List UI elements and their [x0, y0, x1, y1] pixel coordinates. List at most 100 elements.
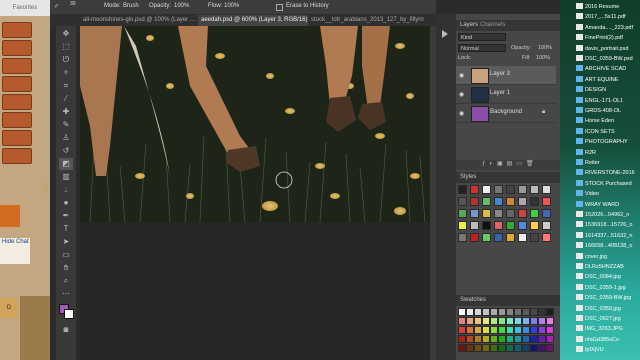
color-swatch[interactable] — [522, 335, 530, 343]
desktop-file[interactable]: DSC_0359.jpg — [576, 304, 621, 314]
healing-tool-icon[interactable]: ✚ — [59, 106, 73, 118]
desktop-folder[interactable]: ICON SETS — [576, 127, 615, 137]
color-swatch[interactable] — [490, 308, 498, 316]
quick-select-tool-icon[interactable]: ✧ — [59, 67, 73, 79]
style-swatch[interactable] — [458, 209, 467, 218]
color-swatch[interactable] — [458, 344, 466, 352]
zoom-tool-icon[interactable]: ⌕ — [59, 275, 73, 287]
style-swatch[interactable] — [518, 185, 527, 194]
color-swatch[interactable] — [490, 335, 498, 343]
color-swatch[interactable] — [474, 326, 482, 334]
eyedropper-tool-icon[interactable]: ⁄ — [59, 93, 73, 105]
color-swatch[interactable] — [538, 335, 546, 343]
desktop-file[interactable]: DSC_0084.jpg — [576, 272, 621, 282]
style-swatch[interactable] — [530, 209, 539, 218]
color-swatch[interactable] — [546, 326, 554, 334]
marquee-tool-icon[interactable]: ⬚ — [59, 41, 73, 53]
style-swatch[interactable] — [542, 233, 551, 242]
opacity-field[interactable]: 100% — [174, 3, 189, 9]
play-icon[interactable] — [442, 30, 448, 38]
style-swatch[interactable] — [506, 221, 515, 230]
style-swatch[interactable] — [506, 209, 515, 218]
desktop-file[interactable]: FinePrint(2).pdf — [576, 33, 623, 43]
eye-icon[interactable]: ◉ — [459, 72, 464, 79]
color-swatch[interactable] — [546, 308, 554, 316]
desktop-folder[interactable]: ART EQUINE — [576, 75, 618, 85]
color-swatch[interactable] — [538, 344, 546, 352]
desktop-file[interactable]: nfaGd385sCo — [576, 335, 619, 345]
style-swatch[interactable] — [518, 209, 527, 218]
style-swatch[interactable] — [494, 233, 503, 242]
shape-tool-icon[interactable]: ▭ — [59, 249, 73, 261]
desktop-file[interactable]: 166658...408138_o — [576, 241, 632, 251]
bookmark-button[interactable] — [2, 22, 32, 38]
color-swatch[interactable] — [530, 344, 538, 352]
color-swatch[interactable] — [490, 317, 498, 325]
gradient-tool-icon[interactable]: ▥ — [59, 171, 73, 183]
style-swatch[interactable] — [506, 185, 515, 194]
desktop-folder[interactable]: ARCHIVE SCAD — [576, 64, 626, 74]
color-swatch[interactable] — [514, 326, 522, 334]
filter-kind-select[interactable]: Kind — [458, 33, 506, 41]
desktop-file[interactable]: tpIXjVU — [576, 345, 604, 355]
desktop-folder[interactable]: GRDS-408-OL — [576, 106, 621, 116]
document-canvas[interactable] — [80, 26, 430, 222]
color-swatch[interactable] — [474, 308, 482, 316]
crop-tool-icon[interactable]: ⌗ — [59, 80, 73, 92]
style-swatch[interactable] — [470, 209, 479, 218]
color-swatch[interactable] — [490, 326, 498, 334]
layer-row[interactable]: ◉ Layer 1 — [456, 85, 556, 104]
bookmark-button[interactable] — [2, 40, 32, 56]
eraser-tool-icon[interactable]: ◩ — [59, 158, 73, 170]
style-swatch[interactable] — [542, 221, 551, 230]
desktop-folder[interactable]: PHOTOGRAPHY — [576, 137, 628, 147]
color-swatch[interactable] — [482, 308, 490, 316]
desktop-file[interactable]: 1614337...51632_n — [576, 231, 632, 241]
path-select-tool-icon[interactable]: ➤ — [59, 236, 73, 248]
fill-field[interactable]: 100% — [536, 55, 550, 61]
color-swatch[interactable] — [530, 308, 538, 316]
brush-size[interactable]: 30 — [70, 1, 76, 7]
move-tool-icon[interactable]: ✥ — [59, 28, 73, 40]
eraser-tool-icon[interactable]: ✐ — [54, 3, 59, 10]
color-swatch[interactable] — [506, 335, 514, 343]
color-swatch[interactable] — [546, 344, 554, 352]
style-swatch[interactable] — [494, 221, 503, 230]
color-swatch[interactable] — [466, 308, 474, 316]
color-swatch[interactable] — [474, 344, 482, 352]
color-swatch[interactable] — [498, 317, 506, 325]
style-swatch[interactable] — [530, 233, 539, 242]
style-swatch[interactable] — [470, 221, 479, 230]
color-swatch[interactable] — [506, 317, 514, 325]
style-swatch[interactable] — [482, 221, 491, 230]
color-swatch[interactable] — [530, 326, 538, 334]
color-swatch[interactable] — [522, 326, 530, 334]
desktop-file[interactable]: DSC_0359-BW.psd — [576, 54, 633, 64]
style-swatch[interactable] — [542, 209, 551, 218]
color-swatch[interactable] — [498, 335, 506, 343]
desktop-folder[interactable]: Video — [576, 189, 599, 199]
color-swatch[interactable] — [514, 344, 522, 352]
bookmark-button[interactable] — [2, 130, 32, 146]
eye-icon[interactable]: ◉ — [459, 110, 464, 117]
document-tab-active[interactable]: aeedah.psd @ 600% (Layer 3, RGB/16) — [198, 15, 308, 26]
color-swatch[interactable] — [482, 326, 490, 334]
color-swatch[interactable] — [466, 326, 474, 334]
desktop-file[interactable]: 152026...04962_n — [576, 210, 629, 220]
style-swatch[interactable] — [470, 233, 479, 242]
color-swatch[interactable] — [482, 317, 490, 325]
color-swatch[interactable] — [514, 317, 522, 325]
style-swatch[interactable] — [542, 185, 551, 194]
style-swatch[interactable] — [470, 197, 479, 206]
mode-select[interactable]: Brush — [123, 3, 139, 9]
desktop-file[interactable]: cover.jpg — [576, 252, 607, 262]
style-swatch[interactable] — [482, 197, 491, 206]
swatches-panel-title[interactable]: Swatches — [460, 297, 486, 303]
color-swatch[interactable] — [538, 317, 546, 325]
style-swatch[interactable] — [506, 197, 515, 206]
color-swatch[interactable] — [458, 326, 466, 334]
hand-tool-icon[interactable]: ✋︎ — [59, 262, 73, 274]
style-swatch[interactable] — [518, 197, 527, 206]
desktop-file[interactable]: Amanda...._223.pdf — [576, 23, 633, 33]
bookmark-button[interactable] — [2, 112, 32, 128]
